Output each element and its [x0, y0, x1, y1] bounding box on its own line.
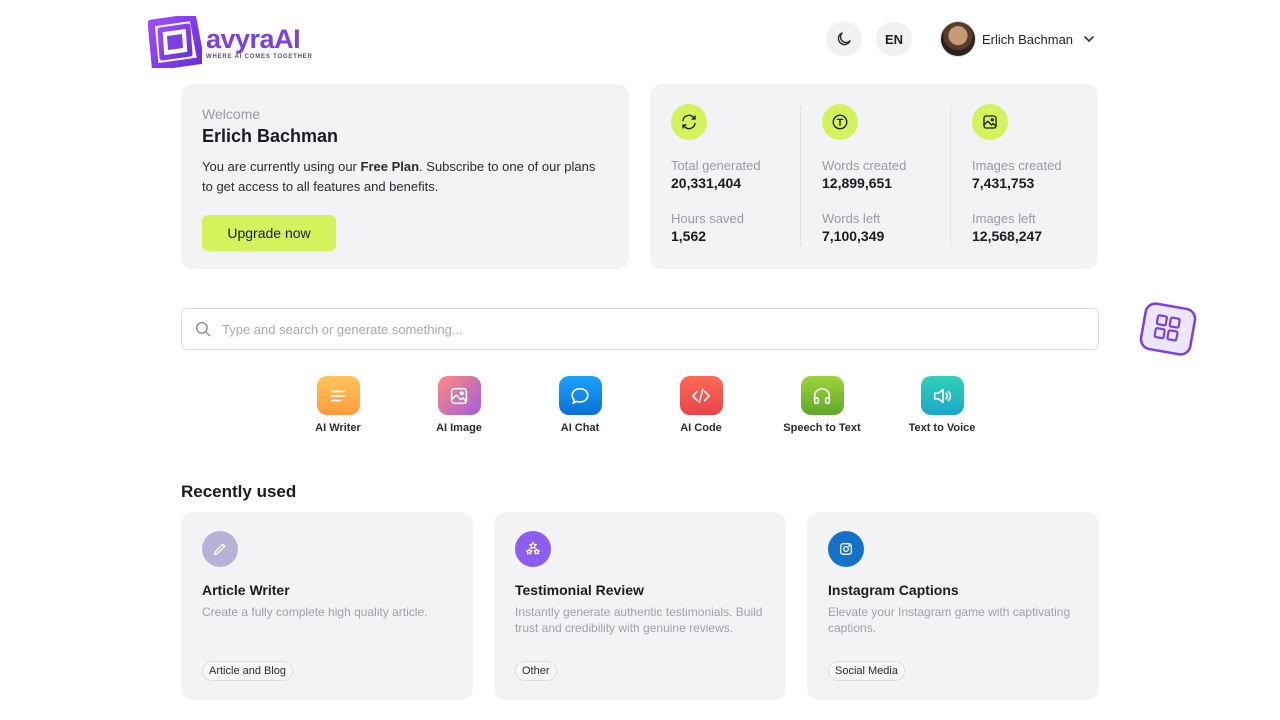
apps-grid-icon: [1139, 302, 1197, 356]
recent-title: Article Writer: [202, 582, 290, 598]
image-icon: [972, 104, 1008, 140]
recent-title: Instagram Captions: [828, 582, 959, 598]
stat-label: Hours saved: [671, 211, 744, 226]
category-tag: Other: [515, 661, 557, 681]
pencil-icon: [202, 531, 238, 567]
tool-label: AI Image: [436, 422, 482, 434]
recent-card-article-writer[interactable]: Article Writer Create a fully complete h…: [181, 512, 473, 700]
stat-total: Total generated 20,331,404 Hours saved 1…: [671, 104, 821, 254]
speaker-icon: [920, 376, 964, 415]
chevron-down-icon: [1084, 36, 1094, 43]
recent-description: Instantly generate authentic testimonial…: [515, 605, 763, 635]
code-icon: [679, 376, 723, 415]
stat-value: 20,331,404: [671, 175, 742, 191]
recent-title: Testimonial Review: [515, 582, 644, 598]
category-tag: Article and Blog: [202, 661, 294, 681]
tool-label: Speech to Text: [783, 422, 861, 434]
avatar: [940, 21, 976, 57]
user-name: Erlich Bachman: [982, 31, 1074, 47]
stat-value: 7,100,349: [822, 228, 885, 244]
moon-icon: [837, 32, 851, 46]
tool-ai-writer[interactable]: AI Writer: [278, 376, 398, 434]
tool-label: AI Writer: [315, 422, 361, 434]
stat-label: Total generated: [671, 158, 761, 173]
usage-stats-card: Total generated 20,331,404 Hours saved 1…: [650, 84, 1098, 269]
search-icon: [195, 321, 211, 337]
image-icon: [437, 376, 481, 415]
plan-name: Free Plan: [360, 159, 420, 174]
recent-card-instagram-captions[interactable]: Instagram Captions Elevate your Instagra…: [807, 512, 1099, 700]
tool-label: Text to Voice: [908, 422, 976, 434]
tool-ai-image[interactable]: AI Image: [399, 376, 519, 434]
recent-card-testimonial-review[interactable]: Testimonial Review Instantly generate au…: [494, 512, 786, 700]
welcome-card: Welcome Erlich Bachman You are currently…: [181, 84, 629, 269]
logo-mark-icon: [148, 16, 202, 68]
tool-text-to-voice[interactable]: Text to Voice: [882, 376, 1002, 434]
recently-used-heading: Recently used: [181, 482, 297, 501]
category-tag: Social Media: [828, 661, 905, 681]
language-button[interactable]: EN: [876, 22, 912, 56]
stat-words: Words created 12,899,651 Words left 7,10…: [822, 104, 972, 254]
recent-description: Elevate your Instagram game with captiva…: [828, 605, 1071, 635]
stat-label: Images left: [972, 211, 1036, 226]
lines-icon: [316, 376, 360, 415]
tool-ai-chat[interactable]: AI Chat: [520, 376, 640, 434]
stat-value: 1,562: [671, 228, 707, 244]
tool-speech-to-text[interactable]: Speech to Text: [762, 376, 882, 434]
stat-label: Words created: [822, 158, 907, 173]
welcome-name: Erlich Bachman: [202, 126, 339, 146]
theme-toggle-button[interactable]: [826, 22, 862, 56]
user-menu[interactable]: Erlich Bachman: [940, 21, 1095, 57]
upgrade-button[interactable]: Upgrade now: [202, 215, 336, 251]
dashboard-page: avyraAI WHERE AI COMES TOGETHER EN Erlic…: [0, 0, 1280, 720]
tool-label: AI Code: [680, 422, 722, 434]
stars-icon: [515, 531, 551, 567]
stat-value: 12,568,247: [972, 228, 1043, 244]
tool-label: AI Chat: [560, 422, 600, 434]
search-input[interactable]: [222, 321, 1022, 337]
headphones-icon: [800, 376, 844, 415]
stat-images: Images created 7,431,753 Images left 12,…: [972, 104, 1122, 254]
search-bar[interactable]: [181, 308, 1099, 350]
apps-float-button[interactable]: [1139, 302, 1197, 356]
refresh-icon: [671, 104, 707, 140]
recent-description: Create a fully complete high quality art…: [202, 605, 428, 619]
brand-name: avyraAI: [206, 23, 301, 54]
stat-value: 12,899,651: [822, 175, 893, 191]
stat-value: 7,431,753: [972, 175, 1035, 191]
stat-label: Words left: [822, 211, 881, 226]
brand-logo[interactable]: avyraAI WHERE AI COMES TOGETHER: [148, 16, 313, 68]
welcome-label: Welcome: [202, 106, 261, 122]
chat-bubble-icon: [558, 376, 602, 415]
text-icon: [822, 104, 858, 140]
plan-message: You are currently using our Free Plan. S…: [202, 159, 596, 194]
brand-tagline: WHERE AI COMES TOGETHER: [206, 53, 313, 60]
tool-ai-code[interactable]: AI Code: [641, 376, 761, 434]
stat-label: Images created: [972, 158, 1062, 173]
instagram-icon: [828, 531, 864, 567]
